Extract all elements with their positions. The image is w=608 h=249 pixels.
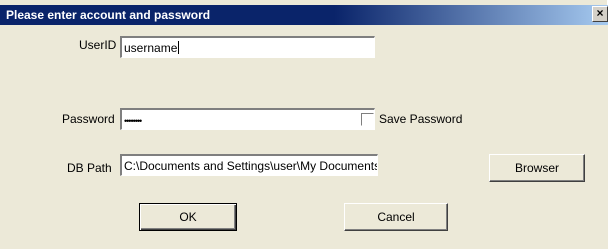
title-bar[interactable]: Please enter account and password ×	[0, 5, 608, 25]
ok-button-label: OK	[179, 210, 197, 224]
cancel-button-label: Cancel	[377, 210, 415, 224]
dbpath-input[interactable]: C:\Documents and Settings\user\My Docume…	[120, 154, 378, 176]
save-password-checkbox[interactable]	[361, 113, 374, 126]
save-password-label[interactable]: Save Password	[379, 112, 462, 126]
userid-input[interactable]: username	[120, 36, 375, 58]
dialog-body: UserID username Password •••••••• Save P…	[0, 25, 608, 249]
password-value: ••••••••	[124, 116, 142, 126]
password-input[interactable]: ••••••••	[120, 108, 375, 130]
browser-button-label: Browser	[514, 161, 559, 175]
close-icon: ×	[596, 6, 604, 20]
userid-value: username	[124, 41, 178, 55]
password-label: Password	[62, 112, 115, 126]
browser-button[interactable]: Browser	[489, 154, 585, 182]
login-dialog: Please enter account and password × User…	[0, 0, 608, 249]
text-caret	[178, 41, 180, 54]
userid-label: UserID	[79, 38, 117, 52]
window-title: Please enter account and password	[6, 8, 211, 22]
cancel-button[interactable]: Cancel	[344, 203, 448, 231]
dbpath-label: DB Path	[67, 161, 112, 175]
close-button[interactable]: ×	[592, 6, 608, 22]
ok-button[interactable]: OK	[139, 203, 237, 231]
dbpath-value: C:\Documents and Settings\user\My Docume…	[124, 159, 377, 173]
